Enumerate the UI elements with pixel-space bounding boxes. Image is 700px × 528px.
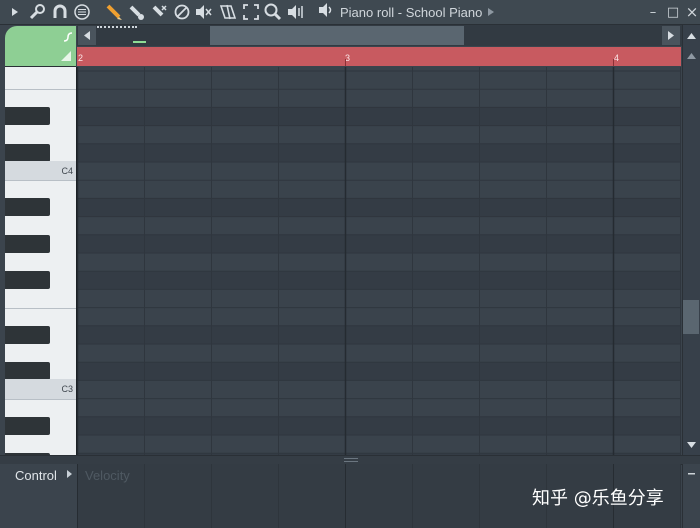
audio-icon[interactable] bbox=[318, 2, 334, 23]
black-key[interactable] bbox=[5, 362, 50, 381]
black-key-row bbox=[77, 107, 681, 126]
note-label: C4 bbox=[61, 166, 73, 176]
paint-icon[interactable] bbox=[127, 3, 145, 21]
black-key-row bbox=[77, 198, 681, 217]
pencil-icon[interactable] bbox=[105, 3, 123, 21]
black-key[interactable] bbox=[5, 198, 50, 217]
loop-marker bbox=[97, 26, 137, 30]
black-key-row bbox=[77, 271, 681, 290]
delete-icon[interactable] bbox=[150, 3, 168, 21]
resize-grip-icon[interactable] bbox=[344, 458, 358, 462]
minimize-button[interactable]: – bbox=[645, 3, 661, 21]
window-title: Piano roll - School Piano bbox=[340, 4, 483, 20]
scroll-up-button[interactable] bbox=[684, 27, 699, 44]
close-button[interactable]: × bbox=[684, 3, 700, 21]
black-key-row bbox=[77, 143, 681, 162]
mute-icon[interactable] bbox=[173, 3, 191, 21]
chevron-left-icon bbox=[84, 31, 90, 40]
window-title-group[interactable]: Piano roll - School Piano bbox=[318, 2, 495, 23]
bar-number: 4 bbox=[614, 53, 620, 63]
white-key-border bbox=[5, 180, 76, 182]
magnet-icon[interactable] bbox=[51, 3, 69, 21]
white-key-border bbox=[5, 307, 76, 309]
black-key-row bbox=[77, 325, 681, 344]
tool-corner[interactable] bbox=[5, 26, 76, 66]
chevron-up-icon bbox=[687, 32, 696, 39]
overview-note bbox=[133, 41, 146, 43]
black-key-row bbox=[77, 362, 681, 381]
timeline-ruler[interactable]: 2 3 4 bbox=[77, 47, 681, 66]
black-key[interactable] bbox=[5, 107, 50, 126]
piano-keyboard[interactable]: C4 C3 bbox=[5, 67, 77, 455]
select-icon[interactable] bbox=[242, 3, 260, 21]
white-key-border bbox=[5, 398, 76, 400]
zoom-icon[interactable] bbox=[264, 3, 282, 21]
maximize-button[interactable]: □ bbox=[665, 3, 681, 21]
control-arrow-icon[interactable] bbox=[67, 470, 72, 480]
corner-triangle-icon bbox=[61, 51, 71, 61]
vertical-scrollbar[interactable] bbox=[682, 25, 700, 455]
speaker-mute-icon[interactable] bbox=[195, 3, 213, 21]
black-key[interactable] bbox=[5, 325, 50, 344]
white-key-border bbox=[5, 89, 76, 91]
black-key[interactable] bbox=[5, 234, 50, 253]
control-selector[interactable]: Control bbox=[15, 468, 57, 483]
chevron-down-icon bbox=[687, 441, 696, 448]
menu-icon[interactable] bbox=[73, 3, 91, 21]
zoom-out-button[interactable] bbox=[684, 47, 699, 64]
scroll-left-button[interactable] bbox=[78, 26, 96, 45]
stretch-icon bbox=[63, 32, 73, 42]
black-key[interactable] bbox=[5, 143, 50, 162]
event-minus-button[interactable] bbox=[684, 466, 699, 482]
bar-number: 2 bbox=[78, 53, 84, 63]
chevron-up-small-icon bbox=[687, 52, 696, 59]
bar-tick bbox=[345, 59, 346, 66]
wrench-icon[interactable] bbox=[28, 3, 46, 21]
vertical-scroll-thumb[interactable] bbox=[683, 300, 699, 334]
title-arrow-icon[interactable] bbox=[488, 3, 495, 21]
black-key[interactable] bbox=[5, 416, 50, 435]
note-grid[interactable] bbox=[77, 67, 681, 455]
scroll-right-button[interactable] bbox=[662, 26, 680, 45]
chevron-right-icon bbox=[668, 31, 674, 40]
piano-roll-toolbar: Piano roll - School Piano – □ × bbox=[0, 0, 700, 25]
velocity-label: Velocity bbox=[85, 468, 130, 483]
scroll-down-button[interactable] bbox=[684, 436, 699, 453]
slice-icon[interactable] bbox=[219, 3, 237, 21]
black-key-row bbox=[77, 416, 681, 435]
bar-tick bbox=[613, 59, 614, 66]
watermark: 知乎 @乐鱼分享 bbox=[532, 488, 664, 509]
horizontal-scroll-thumb[interactable] bbox=[210, 26, 464, 45]
black-key[interactable] bbox=[5, 271, 50, 290]
playback-icon[interactable] bbox=[287, 3, 305, 21]
black-key-row bbox=[77, 234, 681, 253]
play-arrow-icon[interactable] bbox=[6, 3, 24, 21]
note-label: C3 bbox=[61, 384, 73, 395]
